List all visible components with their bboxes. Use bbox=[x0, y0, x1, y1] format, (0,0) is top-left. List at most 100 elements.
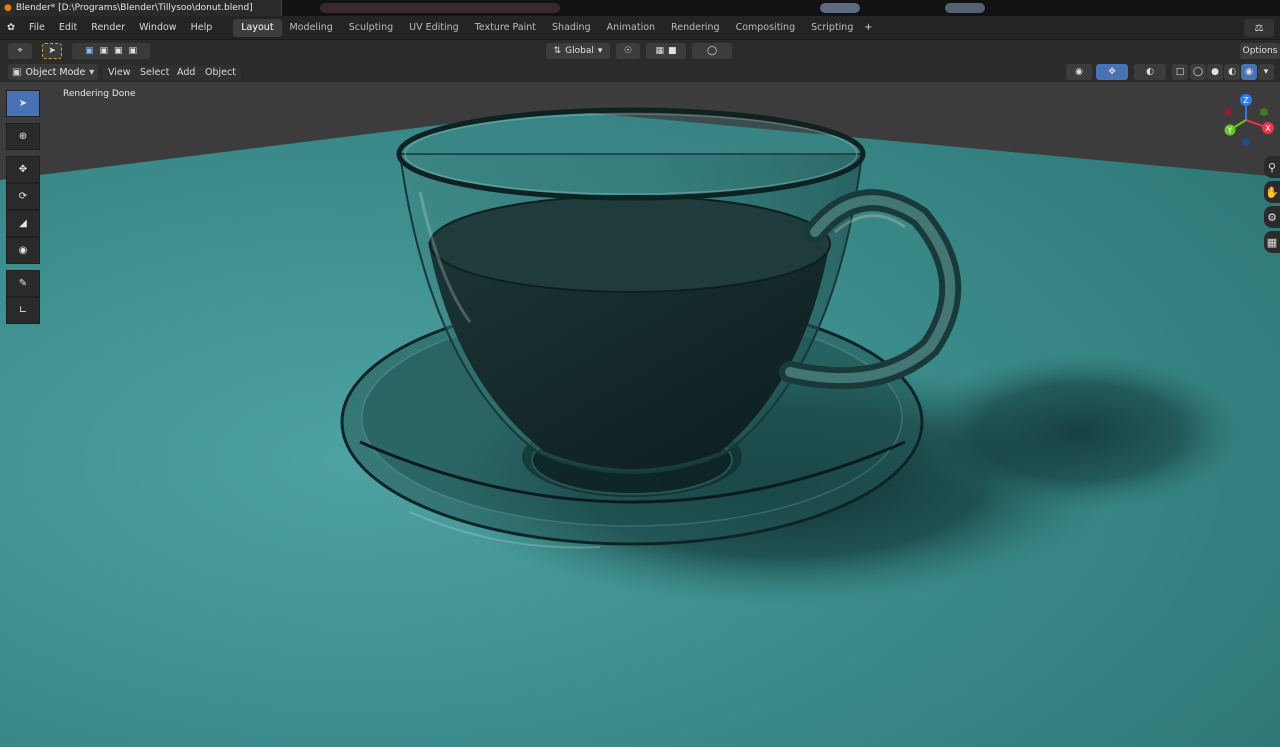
shading-solid-button[interactable]: ● bbox=[1207, 64, 1223, 80]
editor-type-button[interactable]: ⌖ bbox=[8, 43, 32, 59]
workspace-tabs: Layout Modeling Sculpting UV Editing Tex… bbox=[233, 18, 875, 37]
options-label: Options bbox=[1242, 46, 1278, 56]
tool-shelf: ➤ ⊕ ✥ ⟳ ◢ ◉ ✎ ∟ bbox=[6, 90, 40, 324]
pivot-point-dropdown[interactable]: ☉ bbox=[616, 43, 640, 59]
axis-neg-y-icon[interactable] bbox=[1260, 108, 1268, 116]
menu-select[interactable]: Select bbox=[135, 65, 175, 80]
proportional-edit-toggle[interactable]: ◯ bbox=[692, 43, 732, 59]
select-mode-new-icon: ▣ bbox=[84, 46, 94, 56]
overlays-toggle[interactable]: ◐ bbox=[1134, 64, 1166, 80]
select-mode-extend-icon: ▣ bbox=[99, 46, 108, 56]
grid-perspective-icon: ▦ bbox=[1266, 235, 1278, 249]
blender-menu-icon[interactable]: ✿ bbox=[0, 22, 22, 33]
transform-icon: ◉ bbox=[18, 245, 28, 256]
tab-uv-editing[interactable]: UV Editing bbox=[401, 19, 467, 37]
gizmo-toggle[interactable]: ✥ bbox=[1096, 64, 1128, 80]
tab-rendering[interactable]: Rendering bbox=[663, 19, 728, 37]
select-tool-button[interactable]: ➤ bbox=[42, 43, 62, 59]
menu-file[interactable]: File bbox=[22, 22, 52, 33]
rendered-shading-icon: ◉ bbox=[1245, 67, 1253, 77]
perspective-toggle[interactable]: ▦ bbox=[1264, 231, 1280, 253]
shading-options-dropdown[interactable]: ▾ bbox=[1258, 64, 1274, 80]
select-mode-set[interactable]: ▣ ▣ ▣ ▣ bbox=[72, 43, 150, 59]
render-status-text: Rendering Done bbox=[63, 89, 136, 99]
navigation-gizmo[interactable]: Z X Y bbox=[1220, 90, 1280, 152]
tab-sculpting[interactable]: Sculpting bbox=[341, 19, 401, 37]
orientation-label: Global bbox=[565, 46, 594, 56]
blender-logo-icon: ● bbox=[4, 3, 12, 13]
object-mode-dropdown[interactable]: ▣ Object Mode ▾ bbox=[8, 64, 98, 80]
viewport-nav-buttons: ⚲ ✋ ⚙ ▦ bbox=[1264, 156, 1280, 256]
tool-scale[interactable]: ◢ bbox=[6, 210, 40, 237]
editor-type-icon: ⌖ bbox=[17, 46, 23, 56]
tool-annotate[interactable]: ✎ bbox=[6, 270, 40, 297]
chevron-down-icon: ▾ bbox=[597, 46, 603, 56]
tab-compositing[interactable]: Compositing bbox=[728, 19, 804, 37]
menu-help[interactable]: Help bbox=[184, 22, 220, 33]
menu-edit[interactable]: Edit bbox=[52, 22, 84, 33]
chevron-down-icon: ▾ bbox=[89, 66, 95, 78]
menu-render[interactable]: Render bbox=[84, 22, 132, 33]
hand-icon: ✋ bbox=[1265, 185, 1279, 199]
camera-icon: ⚙ bbox=[1267, 210, 1277, 224]
solid-shading-icon: ● bbox=[1211, 67, 1219, 77]
axis-x-label: X bbox=[1265, 124, 1271, 133]
tab-layout[interactable]: Layout bbox=[233, 18, 282, 37]
transform-orientation-dropdown[interactable]: ⇅ Global ▾ bbox=[546, 43, 610, 59]
3d-viewport[interactable]: Rendering Done ➤ ⊕ ✥ ⟳ ◢ ◉ ✎ ∟ Z X Y ⚲ ✋… bbox=[0, 82, 1280, 747]
shading-wireframe-button[interactable]: ◯ bbox=[1190, 64, 1206, 80]
axis-neg-x-icon[interactable] bbox=[1224, 108, 1232, 116]
tool-cursor[interactable]: ⊕ bbox=[6, 123, 40, 150]
window-title-tab[interactable]: ● Blender* [D:\Programs\Blender\Tillysoo… bbox=[0, 0, 282, 16]
cursor-3d-icon: ⊕ bbox=[18, 131, 28, 142]
taskbar-thumbnail bbox=[945, 3, 985, 13]
pivot-icon: ☉ bbox=[623, 46, 633, 56]
snap-increment-icon: ■ bbox=[668, 46, 677, 56]
window-titlebar: ● Blender* [D:\Programs\Blender\Tillysoo… bbox=[0, 0, 1280, 16]
rotate-icon: ⟳ bbox=[18, 191, 28, 202]
axis-neg-z-icon[interactable] bbox=[1242, 138, 1250, 146]
snapping-toggle[interactable]: ▦ ■ bbox=[646, 43, 686, 59]
taskbar-thumbnail bbox=[820, 3, 860, 13]
axis-y-label: Y bbox=[1227, 126, 1233, 135]
snap-icon: ▦ bbox=[655, 46, 664, 56]
chevron-down-icon: ▾ bbox=[1263, 67, 1269, 77]
zoom-button[interactable]: ⚲ bbox=[1264, 156, 1280, 178]
camera-view-button[interactable]: ⚙ bbox=[1264, 206, 1280, 228]
object-mode-label: Object Mode bbox=[25, 66, 86, 78]
eye-icon: ◉ bbox=[1075, 67, 1083, 77]
orientation-icon: ⇅ bbox=[553, 46, 562, 56]
scene-selector[interactable]: ⚖ bbox=[1244, 19, 1274, 37]
tab-texture-paint[interactable]: Texture Paint bbox=[467, 19, 544, 37]
select-mode-subtract-icon: ▣ bbox=[114, 46, 123, 56]
menu-add[interactable]: Add bbox=[172, 65, 201, 80]
measure-ruler-icon: ∟ bbox=[18, 305, 28, 316]
tool-measure[interactable]: ∟ bbox=[6, 297, 40, 324]
menu-window[interactable]: Window bbox=[132, 22, 183, 33]
annotate-pencil-icon: ✎ bbox=[18, 278, 28, 289]
menu-view[interactable]: View bbox=[103, 65, 136, 80]
tab-modeling[interactable]: Modeling bbox=[282, 19, 341, 37]
add-workspace-button[interactable]: + bbox=[861, 20, 875, 36]
select-mode-invert-icon: ▣ bbox=[128, 46, 138, 56]
visibility-dropdown[interactable]: ◉ bbox=[1066, 64, 1092, 80]
tab-scripting[interactable]: Scripting bbox=[803, 19, 861, 37]
tab-shading[interactable]: Shading bbox=[544, 19, 599, 37]
tool-transform[interactable]: ◉ bbox=[6, 237, 40, 264]
xray-toggle[interactable]: □ bbox=[1172, 64, 1188, 80]
taskbar-thumbnail bbox=[320, 3, 560, 13]
tool-move[interactable]: ✥ bbox=[6, 156, 40, 183]
menu-object[interactable]: Object bbox=[200, 65, 241, 80]
top-menubar: ✿ File Edit Render Window Help Layout Mo… bbox=[0, 16, 1280, 40]
tab-animation[interactable]: Animation bbox=[599, 19, 663, 37]
pan-button[interactable]: ✋ bbox=[1264, 181, 1280, 203]
shading-material-button[interactable]: ◐ bbox=[1224, 64, 1240, 80]
tool-rotate[interactable]: ⟳ bbox=[6, 183, 40, 210]
shading-rendered-button[interactable]: ◉ bbox=[1241, 64, 1257, 80]
object-mode-icon: ▣ bbox=[12, 66, 22, 78]
tool-select-box[interactable]: ➤ bbox=[6, 90, 40, 117]
viewport-header: ▣ Object Mode ▾ View Select Add Object ◉… bbox=[0, 62, 1280, 82]
options-button[interactable]: Options bbox=[1240, 43, 1280, 59]
rendered-scene bbox=[0, 82, 1280, 747]
select-box-icon: ➤ bbox=[18, 98, 28, 109]
